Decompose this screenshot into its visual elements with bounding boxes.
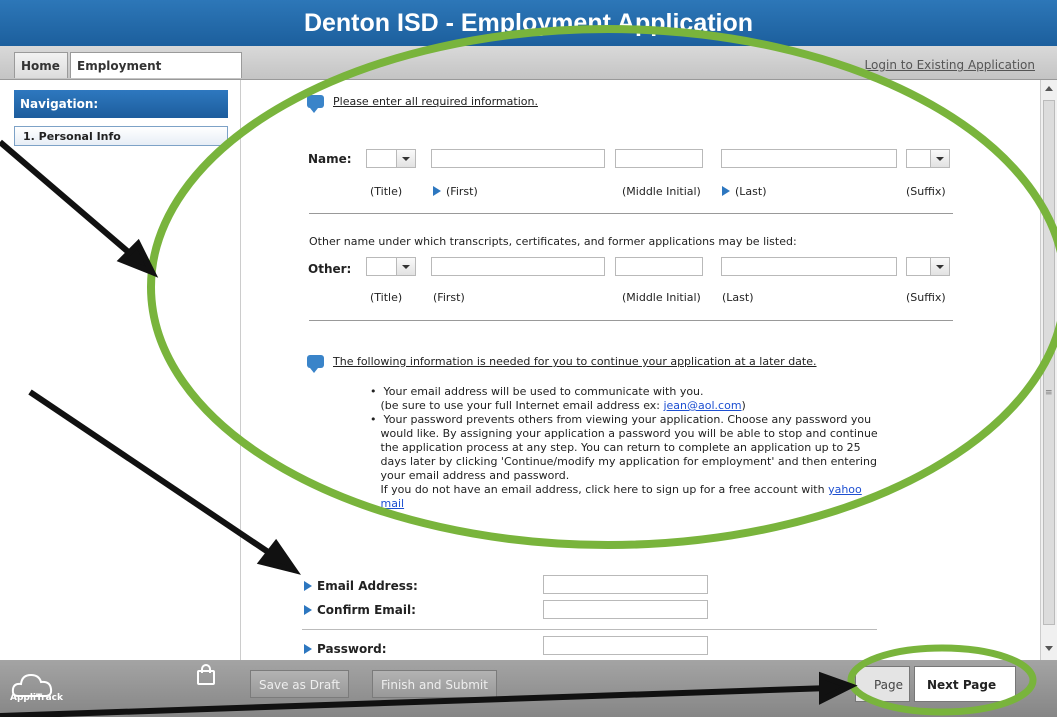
- other-suffix-caption: (Suffix): [906, 291, 946, 304]
- required-arrow-icon: [722, 186, 730, 196]
- email-field[interactable]: [543, 575, 708, 594]
- other-middle-caption: (Middle Initial): [622, 291, 701, 304]
- info-icon: [307, 95, 324, 113]
- tab-employment-application[interactable]: Employment Application: [70, 52, 242, 99]
- list-item: (be sure to use your full Internet email…: [380, 399, 746, 412]
- name-last-caption: (Last): [722, 185, 767, 198]
- list-item: days later by clicking 'Continue/modify …: [380, 455, 877, 468]
- later-date-notice: The following information is needed for …: [333, 355, 817, 368]
- other-title-caption: (Title): [370, 291, 403, 304]
- applitrack-logo-text: AppliTrack: [10, 693, 64, 703]
- confirm-email-field[interactable]: [543, 600, 708, 619]
- name-first-input[interactable]: [431, 149, 605, 168]
- save-draft-button[interactable]: Save as Draft: [250, 670, 349, 698]
- required-arrow-icon: [304, 605, 312, 615]
- navigation-heading: Navigation:: [14, 90, 228, 118]
- other-first-caption: (First): [433, 291, 465, 304]
- divider: [302, 629, 877, 630]
- list-item: • Your email address will be used to com…: [370, 385, 704, 398]
- example-email-link[interactable]: jean@aol.com: [663, 399, 741, 412]
- footer-toolbar: AppliTrack Save as Draft Finish and Subm…: [0, 660, 1057, 717]
- list-item: your email address and password.: [380, 469, 570, 482]
- mail-link[interactable]: mail: [381, 497, 405, 510]
- name-last-input[interactable]: [721, 149, 897, 168]
- chevron-down-icon: [930, 258, 949, 275]
- required-arrow-icon: [304, 644, 312, 654]
- sidebar-item-personal-info[interactable]: 1. Personal Info: [14, 126, 228, 146]
- list-item: would like. By assigning your applicatio…: [380, 427, 878, 440]
- confirm-email-label: Confirm Email:: [304, 603, 416, 617]
- password-field[interactable]: [543, 636, 708, 655]
- name-middle-input[interactable]: [615, 149, 703, 168]
- finish-submit-button[interactable]: Finish and Submit: [372, 670, 497, 698]
- other-first-input[interactable]: [431, 257, 605, 276]
- yahoo-link[interactable]: yahoo: [828, 483, 862, 496]
- other-title-select[interactable]: [366, 257, 416, 276]
- list-item: mail: [370, 497, 960, 511]
- chevron-down-icon: [930, 150, 949, 167]
- list-item: the application process at any step. You…: [380, 441, 861, 454]
- name-middle-caption: (Middle Initial): [622, 185, 701, 198]
- required-arrow-icon: [304, 581, 312, 591]
- name-suffix-caption: (Suffix): [906, 185, 946, 198]
- password-label: Password:: [304, 642, 387, 656]
- email-label: Email Address:: [304, 579, 418, 593]
- chevron-down-icon: [396, 150, 415, 167]
- next-page-label: Next Page: [927, 678, 997, 692]
- other-label: Other:: [308, 262, 352, 276]
- name-label: Name:: [308, 152, 352, 166]
- tab-bar: Home Employment Application Login to Exi…: [0, 46, 1057, 99]
- chevron-down-icon: [396, 258, 415, 275]
- scroll-up-icon[interactable]: [1045, 86, 1053, 91]
- tab-home[interactable]: Home: [14, 52, 68, 78]
- name-suffix-select[interactable]: [906, 149, 950, 168]
- required-notice: Please enter all required information.: [333, 95, 538, 108]
- name-title-caption: (Title): [370, 185, 403, 198]
- next-page-button[interactable]: Next Page: [914, 666, 1016, 702]
- other-last-caption: (Last): [722, 291, 754, 304]
- grip-icon: ≡: [1045, 388, 1053, 398]
- login-existing-link[interactable]: Login to Existing Application: [865, 58, 1035, 72]
- previous-page-button[interactable]: Page: [855, 666, 910, 702]
- name-first-caption: (First): [433, 185, 478, 198]
- required-arrow-icon: [433, 186, 441, 196]
- lock-icon: [197, 664, 215, 685]
- scrollbar[interactable]: ≡: [1040, 80, 1057, 660]
- name-title-select[interactable]: [366, 149, 416, 168]
- scroll-down-icon[interactable]: [1045, 646, 1053, 651]
- scroll-thumb[interactable]: [1043, 100, 1055, 625]
- other-last-input[interactable]: [721, 257, 897, 276]
- divider: [309, 213, 953, 214]
- divider: [309, 320, 953, 321]
- list-item: If you do not have an email address, cli…: [380, 483, 862, 496]
- other-middle-input[interactable]: [615, 257, 703, 276]
- window-title: Denton ISD - Employment Application: [0, 0, 1057, 46]
- info-icon: [307, 355, 324, 373]
- other-name-intro: Other name under which transcripts, cert…: [309, 235, 797, 248]
- list-item: • Your password prevents others from vie…: [370, 413, 872, 426]
- other-suffix-select[interactable]: [906, 257, 950, 276]
- instructions-list: • Your email address will be used to com…: [370, 385, 960, 511]
- sidebar: Navigation: 1. Personal Info: [0, 80, 238, 660]
